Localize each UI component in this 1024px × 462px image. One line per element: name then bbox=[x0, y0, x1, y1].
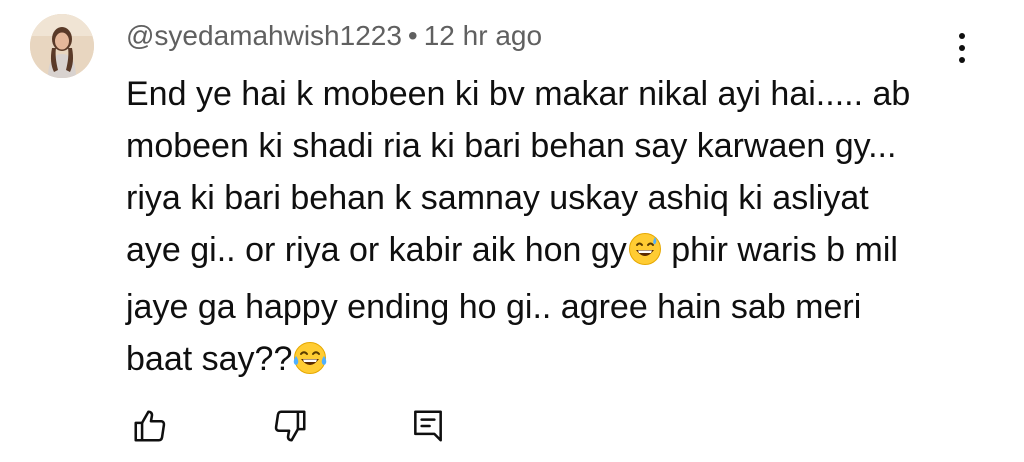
thumb-up-icon bbox=[134, 410, 166, 442]
comment-line: mobeen ki shadi ria ki bari behan say ka… bbox=[126, 127, 897, 165]
avatar[interactable] bbox=[30, 14, 94, 78]
comment-line-part: phir waris b mil bbox=[661, 231, 898, 269]
comment-header: @syedamahwish1223 • 12 hr ago bbox=[126, 18, 542, 54]
comment-line-with-emoji: aye gi.. or riya or kabir aik hon gy phi… bbox=[126, 224, 946, 281]
more-vert-icon[interactable] bbox=[944, 26, 980, 70]
menu-dot bbox=[959, 33, 965, 39]
author-name[interactable]: @syedamahwish1223 bbox=[126, 20, 402, 51]
comment-line: End ye hai k mobeen ki bv makar nikal ay… bbox=[126, 75, 911, 113]
comment-line: riya ki bari behan k samnay uskay ashiq … bbox=[126, 179, 869, 217]
menu-dot bbox=[959, 45, 965, 51]
like-button[interactable] bbox=[126, 402, 174, 450]
dislike-button[interactable] bbox=[266, 402, 314, 450]
reply-button[interactable] bbox=[404, 402, 452, 450]
comment-text: End ye hai k mobeen ki bv makar nikal ay… bbox=[126, 68, 946, 390]
comment-line: jaye ga happy ending ho gi.. agree hain … bbox=[126, 288, 862, 326]
thumb-down-icon bbox=[274, 410, 306, 442]
comment-time: 12 hr ago bbox=[423, 20, 543, 51]
comment-line-part: aye gi.. or riya or kabir aik hon gy bbox=[126, 231, 627, 269]
meta-separator: • bbox=[407, 20, 418, 51]
menu-dot bbox=[959, 57, 965, 63]
comment-line-part: baat say?? bbox=[126, 340, 293, 378]
comment-reply-icon bbox=[414, 410, 442, 442]
tears-of-joy-emoji bbox=[293, 338, 327, 390]
grinning-sweat-emoji bbox=[628, 229, 662, 281]
comment-card: @syedamahwish1223 • 12 hr ago End ye hai k… bbox=[0, 0, 1024, 462]
comment-line-with-emoji: baat say?? bbox=[126, 333, 946, 390]
